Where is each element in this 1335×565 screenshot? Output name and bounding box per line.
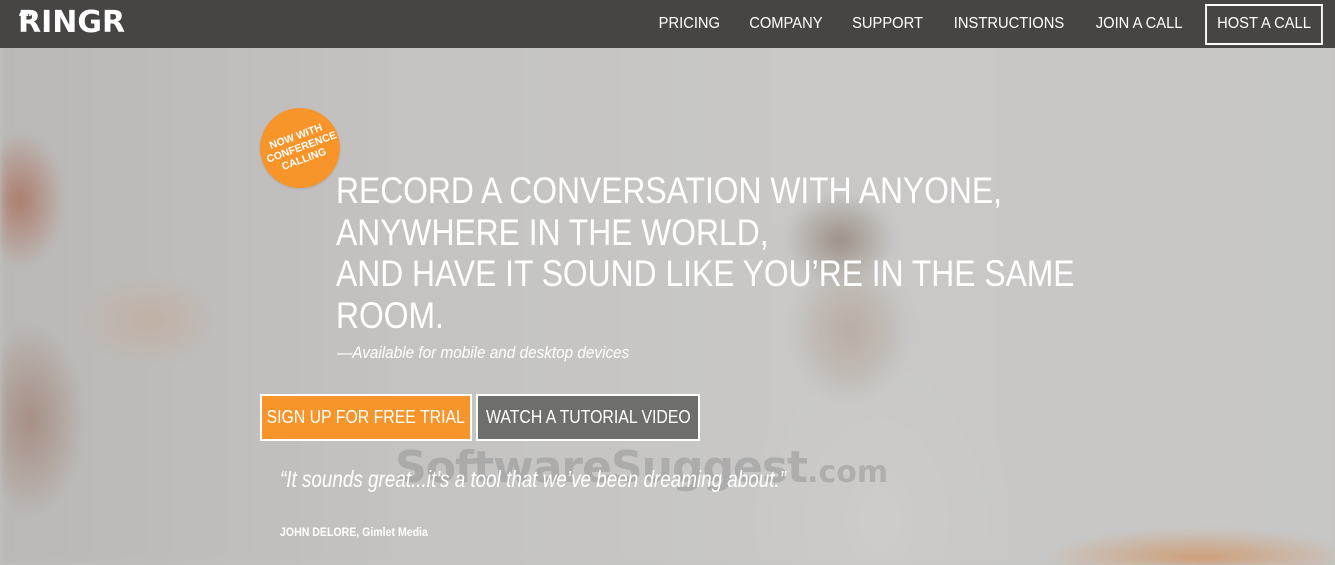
sign-up-free-trial-button[interactable]: SIGN UP FOR FREE TRIAL <box>260 394 472 441</box>
logo-text: RINGR <box>18 5 126 40</box>
nav-join-a-call[interactable]: JOIN A CALL <box>1096 15 1183 33</box>
hero-headline: RECORD A CONVERSATION WITH ANYONE, ANYWH… <box>336 170 1075 336</box>
headline-line: RECORD A CONVERSATION WITH ANYONE, <box>336 170 1002 211</box>
headline-line: ROOM. <box>336 294 444 336</box>
nav-pricing[interactable]: PRICING <box>659 15 720 33</box>
sign-up-label: SIGN UP FOR FREE TRIAL <box>266 407 466 427</box>
nav-instructions[interactable]: INSTRUCTIONS <box>954 15 1064 33</box>
watch-tutorial-label: WATCH A TUTORIAL VIDEO <box>485 407 691 427</box>
host-a-call-button[interactable]: HOST A CALL <box>1205 3 1323 45</box>
main-nav: PRICING COMPANY SUPPORT INSTRUCTIONS JOI… <box>633 0 1328 48</box>
testimonial-attribution: JOHN DELORE, Gimlet Media <box>280 525 428 539</box>
nav-support[interactable]: SUPPORT <box>852 15 923 33</box>
testimonial-quote: “It sounds great...it’s a tool that we’v… <box>280 466 787 492</box>
signal-icon <box>19 10 31 17</box>
headline-line: ANYWHERE IN THE WORLD, <box>336 211 769 253</box>
nav-company[interactable]: COMPANY <box>749 15 822 33</box>
top-navbar: RINGR PRICING COMPANY SUPPORT INSTRUCTIO… <box>0 0 1335 48</box>
conference-calling-badge: NOW WITH CONFERENCE CALLING <box>260 108 340 188</box>
badge-text: NOW WITH CONFERENCE CALLING <box>261 119 339 177</box>
headline-line: AND HAVE IT SOUND LIKE YOU’RE IN THE SAM… <box>336 253 1075 294</box>
watch-tutorial-video-button[interactable]: WATCH A TUTORIAL VIDEO <box>476 394 700 441</box>
cta-row: SIGN UP FOR FREE TRIAL WATCH A TUTORIAL … <box>260 394 700 441</box>
availability-subline: —Available for mobile and desktop device… <box>337 343 630 362</box>
landing-page: RINGR PRICING COMPANY SUPPORT INSTRUCTIO… <box>0 0 1335 565</box>
watermark-tld: .com <box>807 455 889 490</box>
ringr-logo[interactable]: RINGR <box>18 5 125 41</box>
page-scrollbar[interactable] <box>1329 48 1335 565</box>
